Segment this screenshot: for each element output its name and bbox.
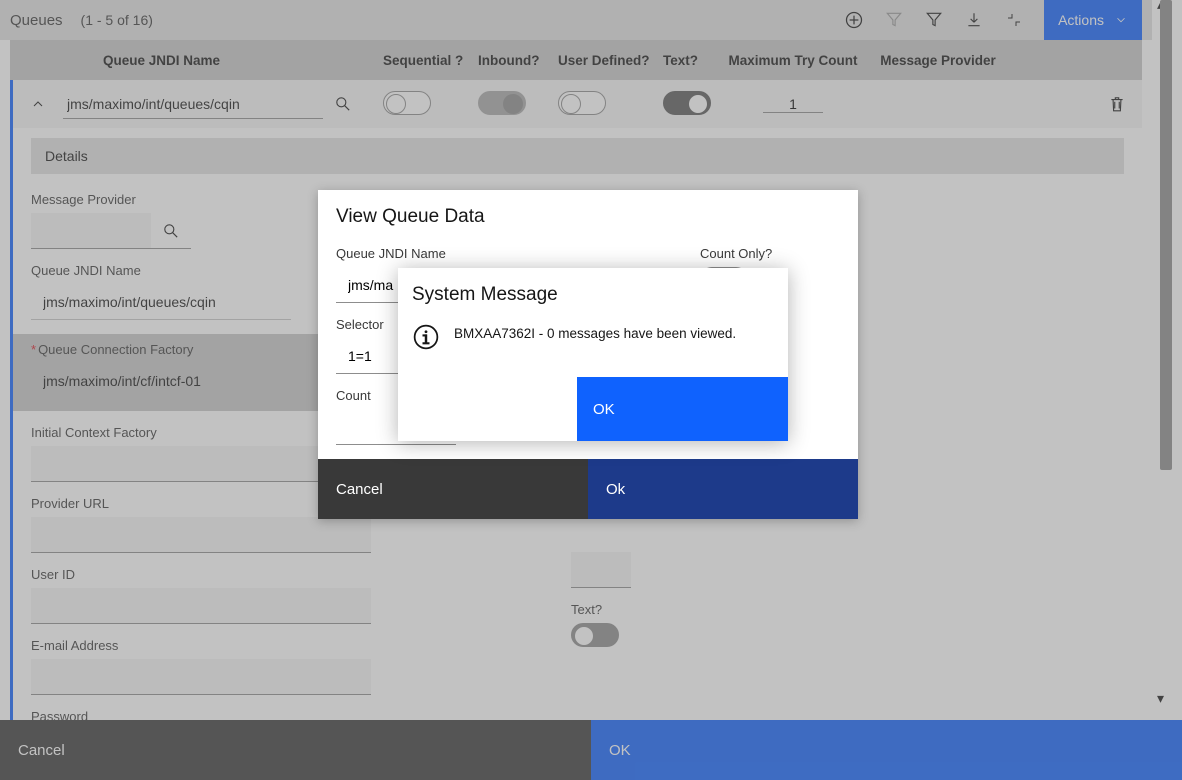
msg-title: System Message <box>412 284 770 306</box>
system-message-dialog: System Message BMXAA7362I - 0 messages h… <box>398 268 788 441</box>
msg-text: BMXAA7362I - 0 messages have been viewed… <box>454 326 736 341</box>
vqd-title: View Queue Data <box>336 206 840 228</box>
info-icon <box>412 323 440 351</box>
msg-ok-button[interactable]: OK <box>577 377 788 441</box>
vqd-lbl-countonly: Count Only? <box>700 246 840 261</box>
vqd-lbl-jndi: Queue JNDI Name <box>336 246 700 261</box>
vqd-cancel-button[interactable]: Cancel <box>318 459 588 519</box>
vqd-ok-button[interactable]: Ok <box>588 459 858 519</box>
